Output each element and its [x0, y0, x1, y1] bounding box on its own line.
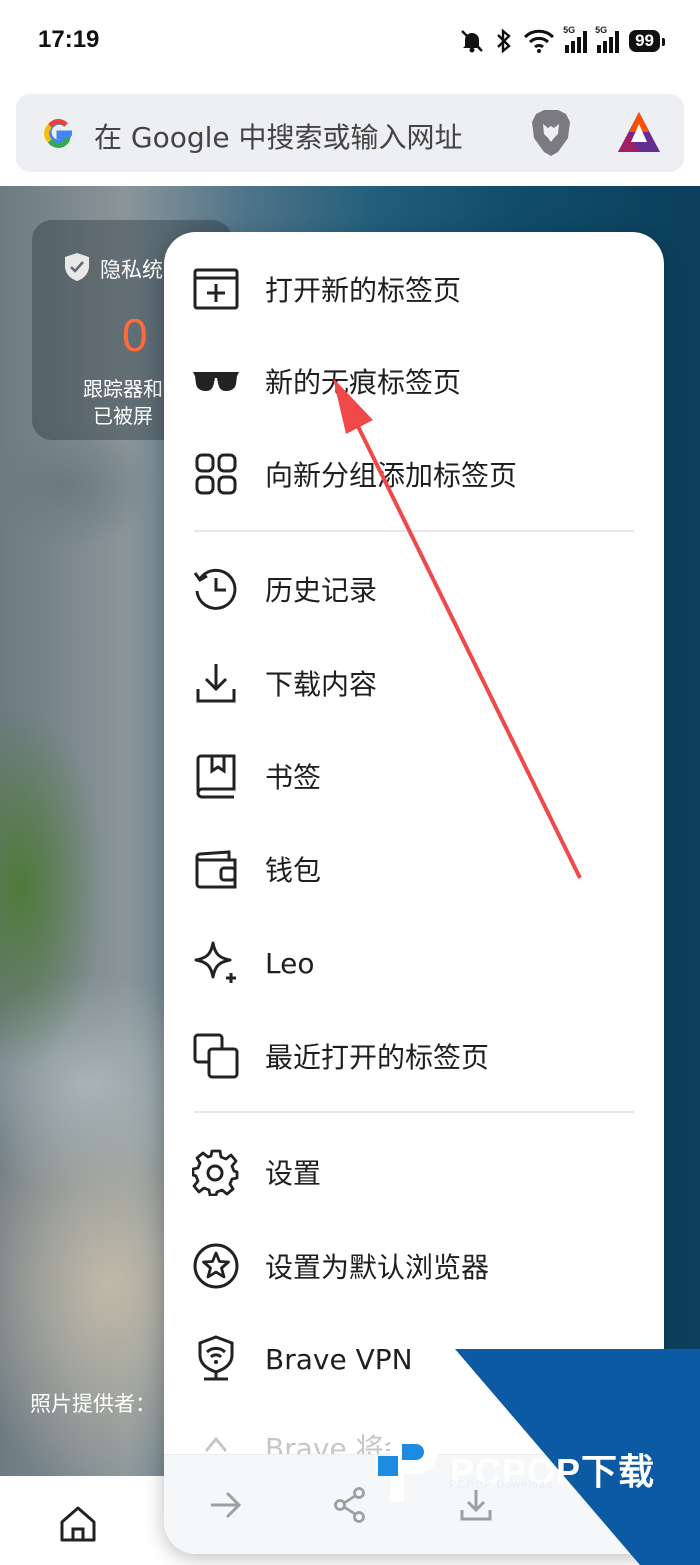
trackers-desc-line2: 已被屏: [93, 404, 153, 428]
menu-item-label: 设置: [265, 1157, 322, 1190]
google-logo-icon: [42, 113, 74, 153]
menu-item-history[interactable]: 历史记录: [164, 554, 664, 624]
signal-2-label: 5G: [595, 25, 608, 35]
watermark-logo: [378, 1430, 438, 1502]
menu-item-bookmarks[interactable]: 书签: [164, 741, 664, 811]
menu-item-brave-vpn[interactable]: Brave VPN: [164, 1324, 664, 1394]
vpn-icon: [192, 1335, 240, 1383]
history-icon: [192, 565, 240, 613]
new-tab-icon: [192, 265, 240, 313]
menu-item-label: 打开新的标签页: [265, 274, 462, 307]
mute-bell-icon: [461, 30, 483, 53]
address-bar[interactable]: 在 Google 中搜索或输入网址: [16, 94, 684, 172]
menu-item-recent-tabs[interactable]: 最近打开的标签页: [164, 1021, 664, 1091]
menu-item-label: Leo: [265, 946, 315, 980]
menu-item-label: 向新分组添加标签页: [265, 459, 518, 492]
wallet-icon: [192, 845, 240, 893]
download-icon: [192, 659, 240, 707]
trackers-blocked-count: 0: [122, 309, 148, 361]
share-icon: [334, 1487, 365, 1523]
brave-rewards-icon[interactable]: [616, 110, 662, 154]
brave-shields-icon[interactable]: [528, 108, 574, 158]
menu-item-label: 钱包: [265, 854, 322, 887]
menu-item-settings[interactable]: 设置: [164, 1137, 664, 1207]
menu-item-leo[interactable]: Leo: [164, 928, 664, 998]
watermark-subtext: PCPOP Download: [449, 1479, 554, 1491]
incognito-glasses-icon: [192, 357, 240, 405]
cellular-signal-2-icon: 5G: [595, 25, 620, 53]
forward-button[interactable]: [206, 1485, 246, 1525]
bluetooth-icon: [497, 28, 511, 54]
privacy-stats-title: 隐私统: [100, 258, 163, 282]
menu-item-add-tab-group[interactable]: 向新分组添加标签页: [164, 439, 664, 509]
bookmark-icon: [192, 752, 240, 800]
status-bar: 17:19 5G 5G 99: [0, 0, 700, 84]
menu-item-label: 最近打开的标签页: [265, 1041, 490, 1074]
menu-item-label: 历史记录: [265, 574, 378, 607]
leo-sparkle-icon: [192, 939, 240, 987]
tab-group-icon: [192, 450, 240, 498]
menu-item-label: 设置为默认浏览器: [265, 1251, 490, 1284]
menu-item-new-tab[interactable]: 打开新的标签页: [164, 254, 664, 324]
battery-indicator: 99: [629, 30, 665, 52]
menu-divider: [194, 530, 634, 532]
trackers-blocked-desc: 跟踪器和 已被屏: [68, 376, 178, 430]
photo-credit: 照片提供者：: [30, 1392, 156, 1416]
gear-icon: [192, 1148, 240, 1196]
menu-item-label: 新的无痕标签页: [265, 366, 462, 399]
menu-item-label: Brave VPN: [265, 1342, 413, 1376]
signal-1-label: 5G: [563, 25, 576, 35]
forward-arrow-icon: [211, 1491, 242, 1519]
home-icon[interactable]: [58, 1504, 98, 1544]
menu-item-label: 书签: [265, 761, 322, 794]
status-icons: 5G 5G 99: [459, 25, 665, 54]
menu-item-label: 下载内容: [265, 668, 378, 701]
status-time: 17:19: [38, 26, 100, 53]
recent-tabs-icon: [192, 1032, 240, 1080]
menu-divider: [194, 1111, 634, 1113]
overflow-menu: 打开新的标签页 新的无痕标签页 向新分组添加标签页 历史记录 下载内容 书签 钱…: [164, 232, 664, 1554]
menu-item-default-browser[interactable]: 设置为默认浏览器: [164, 1231, 664, 1301]
wifi-icon: [524, 29, 555, 53]
share-button[interactable]: [330, 1485, 370, 1525]
menu-item-new-private-tab[interactable]: 新的无痕标签页: [164, 346, 664, 416]
menu-item-downloads[interactable]: 下载内容: [164, 648, 664, 718]
trackers-desc-line1: 跟踪器和: [83, 377, 163, 401]
search-input[interactable]: 在 Google 中搜索或输入网址: [94, 116, 463, 156]
cellular-signal-1-icon: 5G: [563, 25, 588, 53]
shield-icon: [65, 253, 89, 281]
menu-item-wallet[interactable]: 钱包: [164, 834, 664, 904]
star-badge-icon: [192, 1242, 240, 1290]
